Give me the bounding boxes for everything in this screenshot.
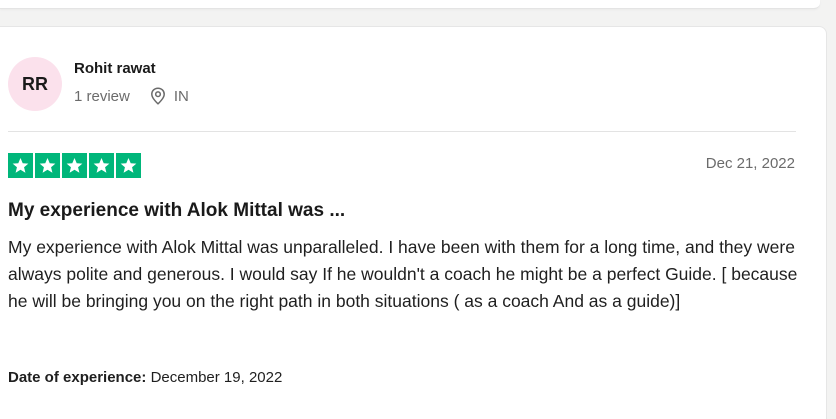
date-of-experience: Date of experience: December 19, 2022 [8, 369, 282, 386]
review-title[interactable]: My experience with Alok Mittal was ... [8, 200, 345, 222]
star-icon [35, 153, 60, 178]
star-icon [89, 153, 114, 178]
star-rating [8, 153, 141, 178]
experience-date: December 19, 2022 [150, 369, 283, 386]
star-icon [116, 153, 141, 178]
review-card: RR Rohit rawat 1 review IN Dec 21, 2022 … [0, 26, 827, 419]
review-count: 1 review [74, 87, 130, 105]
review-body: My experience with Alok Mittal was unpar… [8, 237, 798, 311]
previous-review-card [0, 0, 820, 9]
reviewer-location: IN [173, 87, 189, 105]
review-date: Dec 21, 2022 [705, 155, 795, 172]
avatar-initials: RR [22, 73, 48, 94]
reviewer-meta: 1 review IN [74, 87, 189, 105]
reviewer-name[interactable]: Rohit rawat [74, 60, 156, 77]
star-icon [8, 153, 33, 178]
star-icon [62, 153, 87, 178]
avatar[interactable]: RR [8, 57, 62, 111]
location-pin-icon [150, 87, 166, 105]
divider [8, 131, 796, 132]
experience-label: Date of experience: [8, 369, 147, 386]
